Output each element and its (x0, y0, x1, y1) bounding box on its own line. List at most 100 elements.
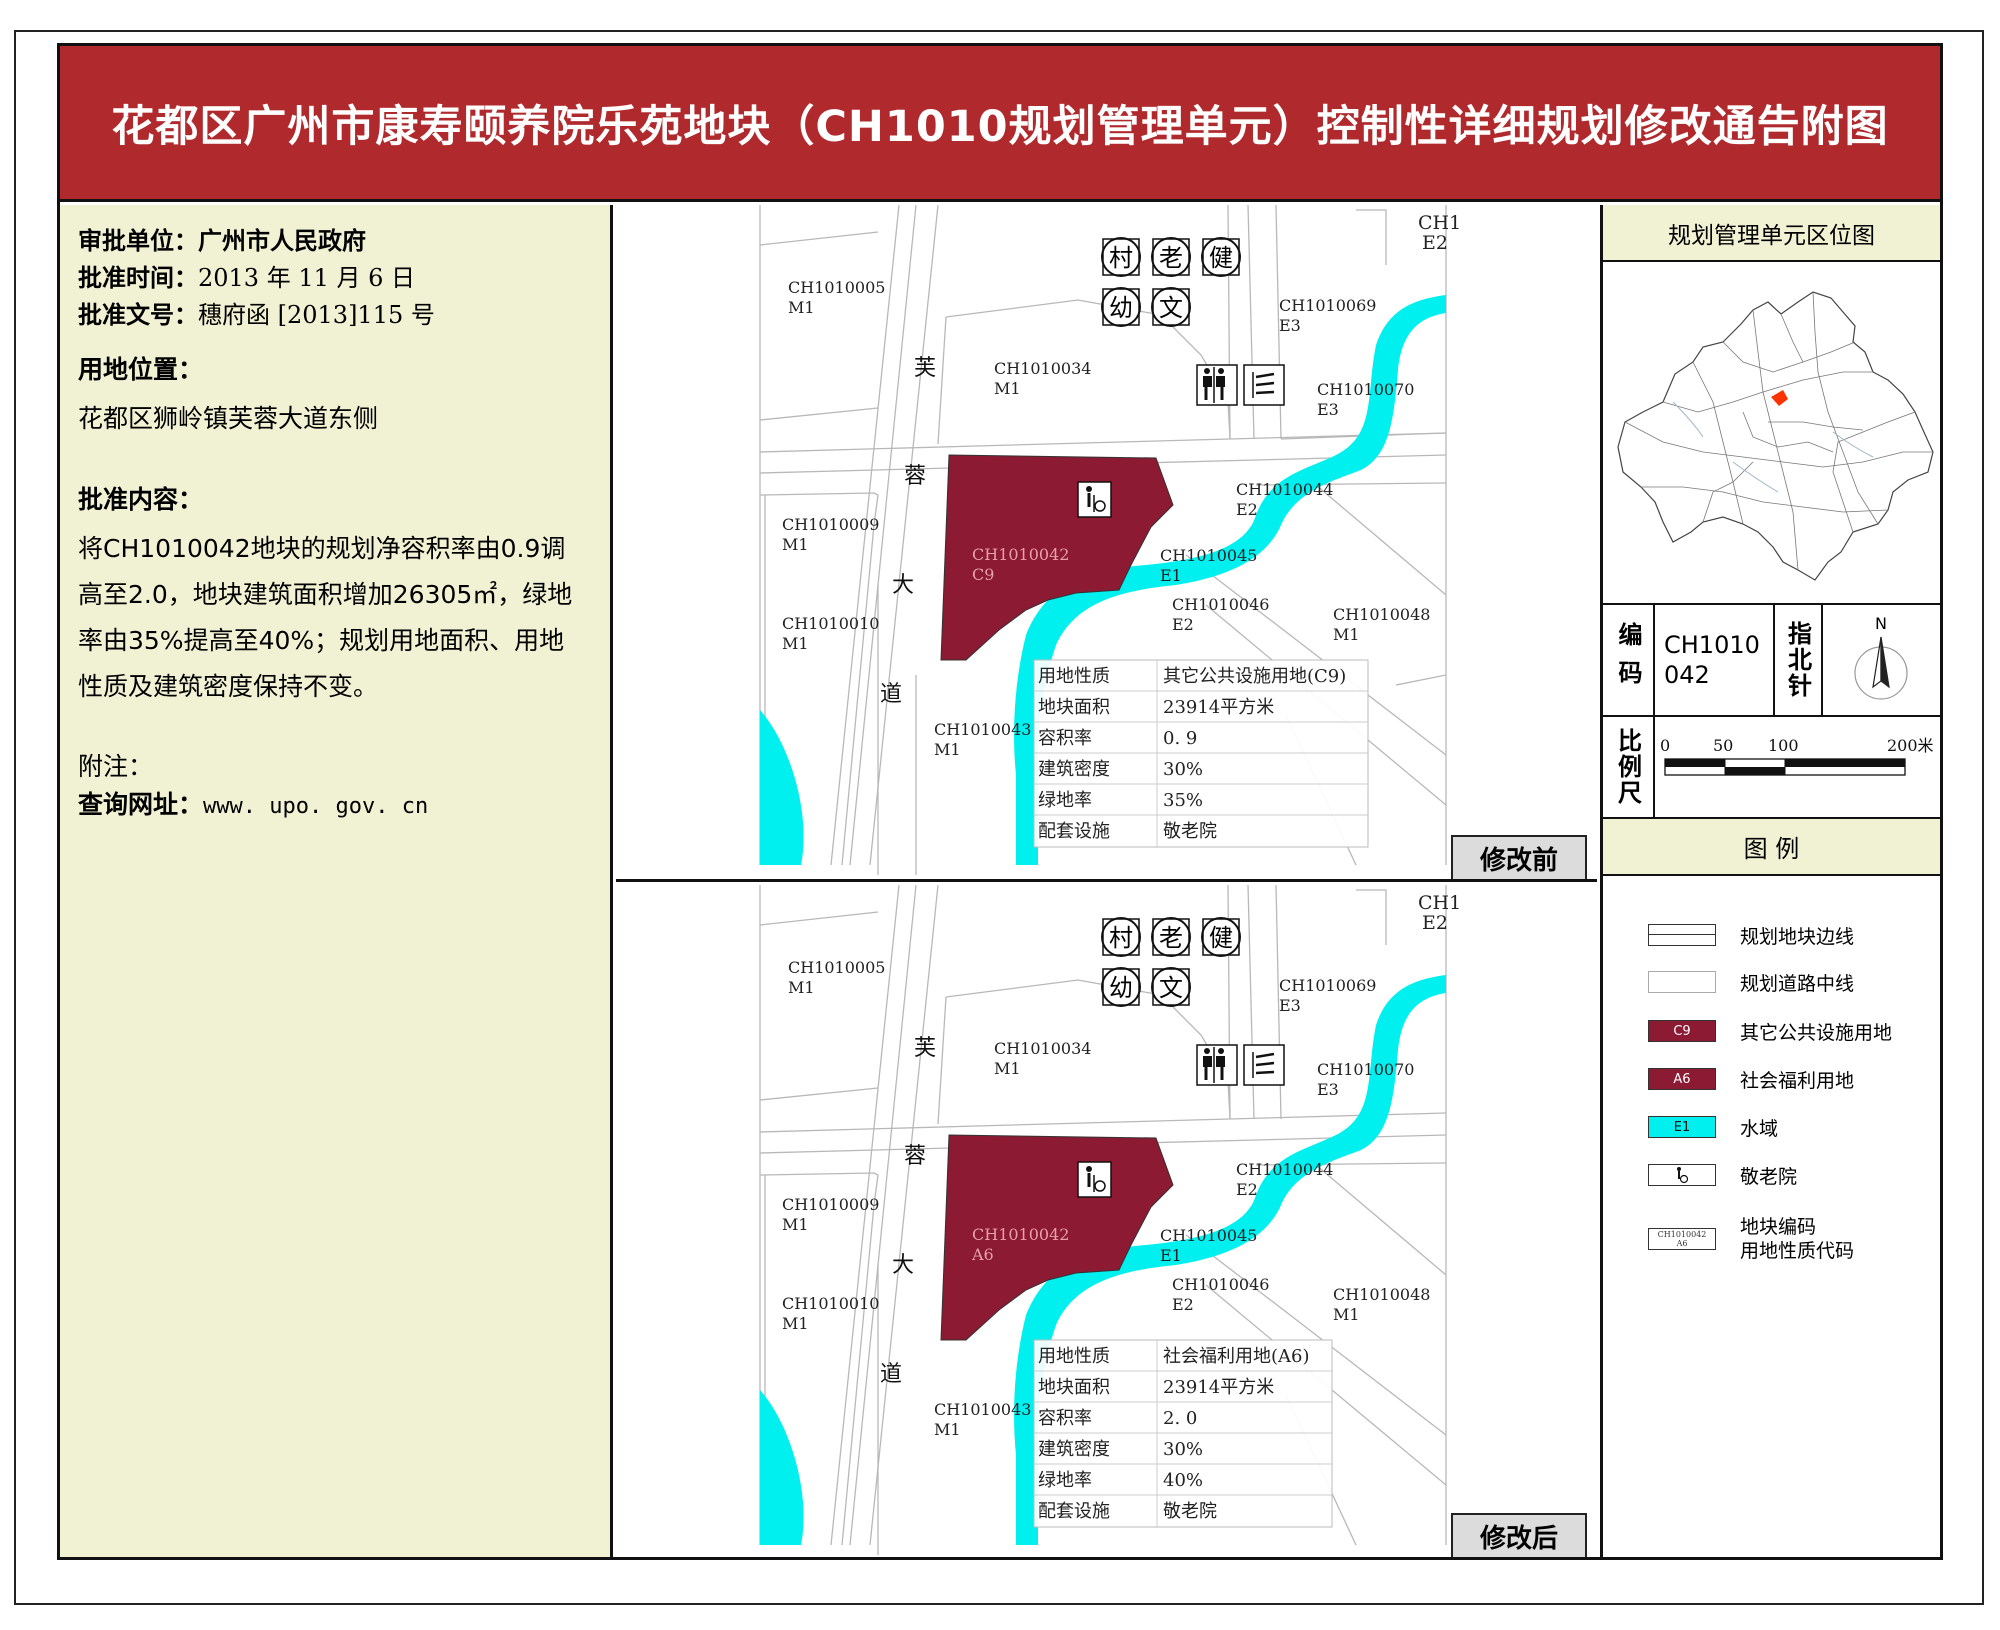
after-stamp: 修改后 (1451, 1513, 1587, 1557)
svg-text:芙: 芙 (914, 356, 936, 381)
kindergarten-icon: 幼 (1101, 287, 1141, 327)
approval-time-row: 批准时间：2013 年 11 月 6 日 (78, 260, 592, 297)
svg-text:N: N (1875, 614, 1887, 633)
approval-unit-row: 审批单位：广州市人民政府 (78, 223, 592, 260)
scale-tick-label: 100 (1768, 736, 1799, 755)
parcel-type-label: E3 (1279, 996, 1301, 1015)
parcel-type-label: E3 (1317, 1080, 1339, 1099)
svg-text:村: 村 (1109, 244, 1133, 272)
parcel-code-label: CH1010069 (1279, 296, 1376, 315)
attribute-table: 用地性质 其它公共设施用地(C9) 地块面积 23914平方米 容积率 0. 9 建筑… (1033, 659, 1369, 848)
svg-text:大: 大 (892, 573, 914, 598)
table-key: 建筑密度 (1038, 1439, 1110, 1460)
garbage-station-icon (1243, 364, 1285, 406)
attribute-table: 用地性质 社会福利用地(A6) 地块面积 23914平方米 容积率 2. 0 建筑密度… (1033, 1339, 1333, 1528)
svg-text:村: 村 (1109, 924, 1133, 952)
parcel-code-label: CH1 (1418, 212, 1461, 234)
village-icon: 村 (1101, 237, 1141, 277)
svg-text:文: 文 (1159, 974, 1183, 1002)
kindergarten-icon: 幼 (1101, 967, 1141, 1007)
query-url[interactable]: www. upo. gov. cn (203, 794, 428, 819)
parcel-type-label: E2 (1172, 1295, 1194, 1314)
parcel-type-label: M1 (1333, 1305, 1360, 1324)
approval-unit-value: 广州市人民政府 (198, 227, 366, 255)
content-label: 批准内容： (78, 485, 204, 514)
map-after-svg: 村 老 健 幼 文 CH1010005 M1 CH1010034 M1 CH10… (759, 885, 1461, 1555)
compass-label: 指北针 (1783, 621, 1812, 699)
svg-text:蓉: 蓉 (904, 1144, 926, 1169)
table-key: 绿地率 (1038, 790, 1092, 811)
svg-text:老: 老 (1159, 244, 1183, 272)
table-value: 35% (1163, 790, 1203, 811)
parcel-type-label: M1 (782, 634, 809, 653)
table-value: 社会福利用地(A6) (1163, 1346, 1310, 1367)
target-parcel-type: A6 (971, 1245, 994, 1264)
svg-text:道: 道 (880, 682, 902, 707)
health-icon: 健 (1201, 917, 1241, 957)
page-title: 花都区广州市康寿颐养院乐苑地块（CH1010规划管理单元）控制性详细规划修改通告… (111, 101, 1889, 152)
legend-text: 其它公共设施用地 (1740, 1021, 1893, 1044)
locator-map-title: 规划管理单元区位图 (1603, 205, 1940, 260)
c9-swatch: C9 (1648, 1020, 1716, 1042)
header-banner: 花都区广州市康寿颐养院乐苑地块（CH1010规划管理单元）控制性详细规划修改通告… (60, 46, 1940, 202)
parcel-type-label: E2 (1236, 1180, 1258, 1199)
table-value: 其它公共设施用地(C9) (1163, 666, 1346, 687)
approval-time-label: 批准时间： (78, 264, 198, 292)
content-line: 高至2.0，地块建筑面积增加26305㎡，绿地 (78, 580, 573, 609)
parcel-type-label: E3 (1279, 316, 1301, 335)
table-key: 容积率 (1038, 728, 1092, 749)
target-parcel-code: CH1010042 (972, 1225, 1069, 1244)
parcel-code-label: CH1010070 (1317, 1060, 1414, 1079)
target-parcel-code: CH1010042 (972, 545, 1069, 564)
parcel-type-label: M1 (994, 379, 1021, 398)
table-value: 2. 0 (1163, 1408, 1197, 1429)
a6-swatch: A6 (1648, 1068, 1716, 1090)
legend-item: E1 水域 (1648, 1112, 1778, 1142)
table-value: 0. 9 (1163, 728, 1197, 749)
svg-text:文: 文 (1159, 294, 1183, 322)
parcel-type-label: E2 (1172, 615, 1194, 634)
location-value: 花都区狮岭镇芙蓉大道东侧 (78, 404, 379, 433)
legend-title: 图 例 (1603, 819, 1940, 874)
table-key: 用地性质 (1038, 1346, 1110, 1367)
parcel-code-label: CH1010009 (782, 515, 879, 534)
parcel-type-label: E1 (1160, 566, 1182, 585)
note-label: 附注： (78, 752, 154, 781)
parcel-code-label: CH1010034 (994, 1039, 1091, 1058)
approval-doc-row: 批准文号：穗府函 [2013]115 号 (78, 297, 592, 334)
parcel-code-label: CH1010046 (1172, 1275, 1269, 1294)
parcel-code-label: CH1010045 (1160, 546, 1257, 565)
map-after: 村 老 健 幼 文 CH1010005 M1 CH1010034 M1 CH10… (616, 885, 1597, 1557)
parcel-type-label: M1 (782, 535, 809, 554)
parcel-type-label: M1 (934, 740, 961, 759)
toilet-icon (1196, 1044, 1238, 1086)
parcel-type-label: E3 (1317, 400, 1339, 419)
road-centerline-swatch (1648, 971, 1716, 993)
table-key: 配套设施 (1038, 821, 1110, 842)
parcel-code-label: CH1010048 (1333, 605, 1430, 624)
table-value: 23914平方米 (1163, 697, 1274, 718)
svg-text:健: 健 (1209, 244, 1233, 272)
code-value: CH1010042 (1664, 631, 1760, 689)
garbage-station-icon (1243, 1044, 1285, 1086)
parcel-code-label: CH1010043 (934, 720, 1031, 739)
parcel-code-label: CH1010043 (934, 1400, 1031, 1419)
map-before: 村 老 健 幼 文 CH1010005 M1 CH1010034 M1 CH10… (616, 205, 1597, 882)
table-value: 40% (1163, 1470, 1203, 1491)
elderly-home-icon (1077, 1161, 1112, 1198)
parcel-type-label: M1 (994, 1059, 1021, 1078)
approval-time-value: 2013 年 11 月 6 日 (198, 264, 416, 292)
approval-doc-label: 批准文号： (78, 301, 198, 329)
legend-item: C9 其它公共设施用地 (1648, 1016, 1892, 1046)
location-label: 用地位置： (78, 355, 204, 384)
parcel-type-label: M1 (1333, 625, 1360, 644)
table-key: 用地性质 (1038, 666, 1110, 687)
side-panel: 规划管理单元区位图 编码 CH1010042 指北针 N 比例尺 0 50 10… (1600, 205, 1940, 1557)
code-label: 编码 (1614, 622, 1642, 698)
table-key: 容积率 (1038, 1408, 1092, 1429)
query-row: 查询网址：www. upo. gov. cn (78, 786, 592, 826)
legend-text: 规划道路中线 (1740, 972, 1855, 995)
svg-text:芙: 芙 (914, 1036, 936, 1061)
svg-text:大: 大 (892, 1253, 914, 1278)
legend-text: 敬老院 (1740, 1165, 1798, 1188)
